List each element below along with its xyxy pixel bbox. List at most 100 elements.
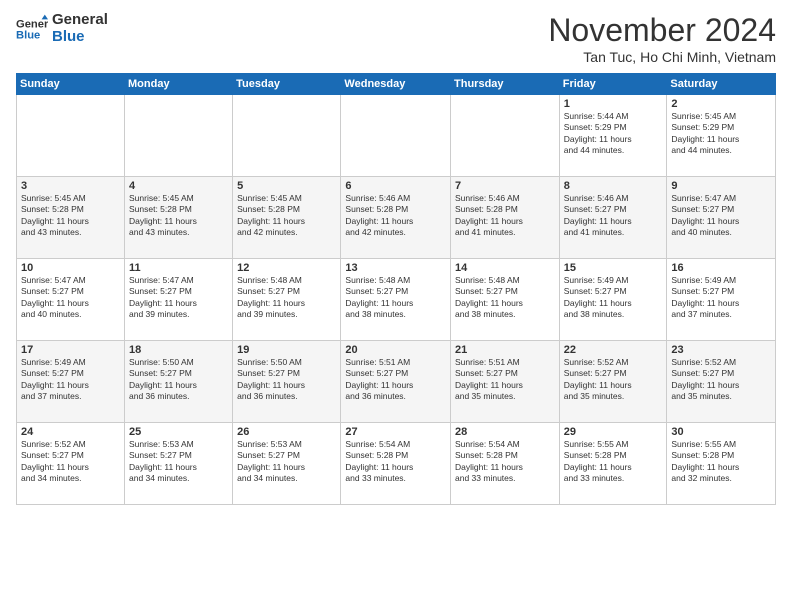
day-detail: Sunrise: 5:50 AM Sunset: 5:27 PM Dayligh… <box>237 357 336 403</box>
day-number: 15 <box>564 262 663 274</box>
calendar-week-2: 10Sunrise: 5:47 AM Sunset: 5:27 PM Dayli… <box>17 259 776 341</box>
col-header-friday: Friday <box>559 74 667 95</box>
day-number: 20 <box>345 344 446 356</box>
day-number: 17 <box>21 344 120 356</box>
day-number: 18 <box>129 344 228 356</box>
calendar-week-3: 17Sunrise: 5:49 AM Sunset: 5:27 PM Dayli… <box>17 341 776 423</box>
calendar-cell: 10Sunrise: 5:47 AM Sunset: 5:27 PM Dayli… <box>17 259 125 341</box>
day-number: 26 <box>237 426 336 438</box>
day-detail: Sunrise: 5:47 AM Sunset: 5:27 PM Dayligh… <box>129 275 228 321</box>
day-detail: Sunrise: 5:47 AM Sunset: 5:27 PM Dayligh… <box>21 275 120 321</box>
day-number: 13 <box>345 262 446 274</box>
day-detail: Sunrise: 5:55 AM Sunset: 5:28 PM Dayligh… <box>671 439 771 485</box>
day-number: 22 <box>564 344 663 356</box>
col-header-monday: Monday <box>125 74 233 95</box>
day-detail: Sunrise: 5:48 AM Sunset: 5:27 PM Dayligh… <box>455 275 555 321</box>
logo-line1: General <box>52 12 108 29</box>
calendar-cell: 14Sunrise: 5:48 AM Sunset: 5:27 PM Dayli… <box>451 259 560 341</box>
month-title: November 2024 <box>548 12 776 49</box>
calendar-cell: 24Sunrise: 5:52 AM Sunset: 5:27 PM Dayli… <box>17 423 125 505</box>
calendar-cell: 1Sunrise: 5:44 AM Sunset: 5:29 PM Daylig… <box>559 95 667 177</box>
day-detail: Sunrise: 5:52 AM Sunset: 5:27 PM Dayligh… <box>564 357 663 403</box>
calendar-cell: 22Sunrise: 5:52 AM Sunset: 5:27 PM Dayli… <box>559 341 667 423</box>
day-detail: Sunrise: 5:53 AM Sunset: 5:27 PM Dayligh… <box>237 439 336 485</box>
logo-line2: Blue <box>52 29 108 46</box>
day-detail: Sunrise: 5:45 AM Sunset: 5:28 PM Dayligh… <box>237 193 336 239</box>
svg-text:General: General <box>16 18 48 30</box>
calendar-cell: 9Sunrise: 5:47 AM Sunset: 5:27 PM Daylig… <box>667 177 776 259</box>
calendar-cell: 27Sunrise: 5:54 AM Sunset: 5:28 PM Dayli… <box>341 423 451 505</box>
col-header-tuesday: Tuesday <box>233 74 341 95</box>
calendar-cell <box>341 95 451 177</box>
day-detail: Sunrise: 5:55 AM Sunset: 5:28 PM Dayligh… <box>564 439 663 485</box>
logo-icon: General Blue <box>16 13 48 45</box>
title-block: November 2024 Tan Tuc, Ho Chi Minh, Viet… <box>548 12 776 65</box>
day-number: 19 <box>237 344 336 356</box>
calendar-cell: 15Sunrise: 5:49 AM Sunset: 5:27 PM Dayli… <box>559 259 667 341</box>
day-detail: Sunrise: 5:47 AM Sunset: 5:27 PM Dayligh… <box>671 193 771 239</box>
day-detail: Sunrise: 5:48 AM Sunset: 5:27 PM Dayligh… <box>237 275 336 321</box>
calendar-cell: 12Sunrise: 5:48 AM Sunset: 5:27 PM Dayli… <box>233 259 341 341</box>
day-detail: Sunrise: 5:49 AM Sunset: 5:27 PM Dayligh… <box>671 275 771 321</box>
day-number: 12 <box>237 262 336 274</box>
calendar-cell: 25Sunrise: 5:53 AM Sunset: 5:27 PM Dayli… <box>125 423 233 505</box>
day-number: 6 <box>345 180 446 192</box>
day-detail: Sunrise: 5:46 AM Sunset: 5:28 PM Dayligh… <box>455 193 555 239</box>
calendar-week-0: 1Sunrise: 5:44 AM Sunset: 5:29 PM Daylig… <box>17 95 776 177</box>
calendar-cell: 20Sunrise: 5:51 AM Sunset: 5:27 PM Dayli… <box>341 341 451 423</box>
calendar-cell: 17Sunrise: 5:49 AM Sunset: 5:27 PM Dayli… <box>17 341 125 423</box>
day-detail: Sunrise: 5:52 AM Sunset: 5:27 PM Dayligh… <box>671 357 771 403</box>
day-number: 1 <box>564 98 663 110</box>
calendar-cell: 28Sunrise: 5:54 AM Sunset: 5:28 PM Dayli… <box>451 423 560 505</box>
day-detail: Sunrise: 5:46 AM Sunset: 5:28 PM Dayligh… <box>345 193 446 239</box>
col-header-sunday: Sunday <box>17 74 125 95</box>
day-number: 24 <box>21 426 120 438</box>
day-detail: Sunrise: 5:49 AM Sunset: 5:27 PM Dayligh… <box>21 357 120 403</box>
day-number: 2 <box>671 98 771 110</box>
calendar-cell: 19Sunrise: 5:50 AM Sunset: 5:27 PM Dayli… <box>233 341 341 423</box>
calendar-cell: 6Sunrise: 5:46 AM Sunset: 5:28 PM Daylig… <box>341 177 451 259</box>
calendar-header-row: SundayMondayTuesdayWednesdayThursdayFrid… <box>17 74 776 95</box>
day-detail: Sunrise: 5:45 AM Sunset: 5:28 PM Dayligh… <box>129 193 228 239</box>
calendar-cell: 4Sunrise: 5:45 AM Sunset: 5:28 PM Daylig… <box>125 177 233 259</box>
calendar-cell: 3Sunrise: 5:45 AM Sunset: 5:28 PM Daylig… <box>17 177 125 259</box>
calendar-cell <box>17 95 125 177</box>
day-number: 16 <box>671 262 771 274</box>
calendar-cell: 26Sunrise: 5:53 AM Sunset: 5:27 PM Dayli… <box>233 423 341 505</box>
day-detail: Sunrise: 5:49 AM Sunset: 5:27 PM Dayligh… <box>564 275 663 321</box>
calendar-week-4: 24Sunrise: 5:52 AM Sunset: 5:27 PM Dayli… <box>17 423 776 505</box>
page: General Blue General Blue November 2024 … <box>0 0 792 612</box>
day-number: 25 <box>129 426 228 438</box>
logo: General Blue General Blue <box>16 12 108 45</box>
col-header-wednesday: Wednesday <box>341 74 451 95</box>
day-number: 11 <box>129 262 228 274</box>
calendar-cell: 21Sunrise: 5:51 AM Sunset: 5:27 PM Dayli… <box>451 341 560 423</box>
day-detail: Sunrise: 5:51 AM Sunset: 5:27 PM Dayligh… <box>345 357 446 403</box>
calendar-cell: 7Sunrise: 5:46 AM Sunset: 5:28 PM Daylig… <box>451 177 560 259</box>
calendar-cell: 30Sunrise: 5:55 AM Sunset: 5:28 PM Dayli… <box>667 423 776 505</box>
calendar-cell: 23Sunrise: 5:52 AM Sunset: 5:27 PM Dayli… <box>667 341 776 423</box>
day-detail: Sunrise: 5:45 AM Sunset: 5:28 PM Dayligh… <box>21 193 120 239</box>
day-number: 23 <box>671 344 771 356</box>
day-number: 29 <box>564 426 663 438</box>
day-detail: Sunrise: 5:45 AM Sunset: 5:29 PM Dayligh… <box>671 111 771 157</box>
calendar-cell: 8Sunrise: 5:46 AM Sunset: 5:27 PM Daylig… <box>559 177 667 259</box>
day-detail: Sunrise: 5:51 AM Sunset: 5:27 PM Dayligh… <box>455 357 555 403</box>
svg-text:Blue: Blue <box>16 29 40 41</box>
day-detail: Sunrise: 5:50 AM Sunset: 5:27 PM Dayligh… <box>129 357 228 403</box>
day-number: 7 <box>455 180 555 192</box>
calendar-cell: 29Sunrise: 5:55 AM Sunset: 5:28 PM Dayli… <box>559 423 667 505</box>
day-number: 28 <box>455 426 555 438</box>
calendar-cell: 16Sunrise: 5:49 AM Sunset: 5:27 PM Dayli… <box>667 259 776 341</box>
day-detail: Sunrise: 5:48 AM Sunset: 5:27 PM Dayligh… <box>345 275 446 321</box>
day-detail: Sunrise: 5:44 AM Sunset: 5:29 PM Dayligh… <box>564 111 663 157</box>
col-header-thursday: Thursday <box>451 74 560 95</box>
calendar-cell <box>125 95 233 177</box>
day-number: 5 <box>237 180 336 192</box>
calendar-cell: 13Sunrise: 5:48 AM Sunset: 5:27 PM Dayli… <box>341 259 451 341</box>
calendar-cell <box>233 95 341 177</box>
day-number: 21 <box>455 344 555 356</box>
subtitle: Tan Tuc, Ho Chi Minh, Vietnam <box>548 49 776 65</box>
calendar-cell <box>451 95 560 177</box>
day-number: 14 <box>455 262 555 274</box>
